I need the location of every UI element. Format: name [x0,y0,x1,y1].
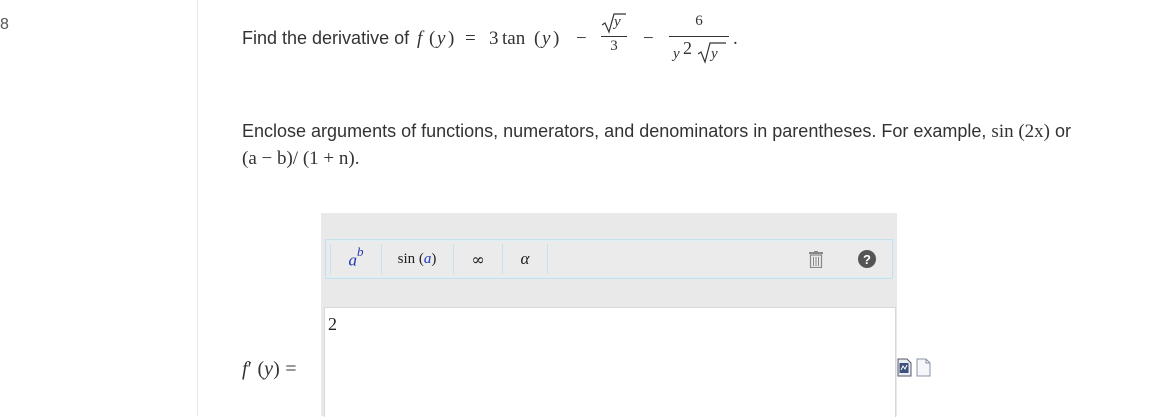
term1-coef: 3 [489,28,499,49]
instructions-text: Enclose arguments of functions, numerato… [242,121,987,141]
question-lead-text: Find the derivative of [242,28,410,48]
term1-paren-open: ( [534,28,541,49]
answer-value: 2 [328,314,337,334]
func-var: y [437,28,446,49]
fraction1-denominator: 3 [610,38,618,54]
trash-icon[interactable] [808,251,824,268]
instructions-example-2: (a − b)/ (1 + n). [242,148,360,169]
minus-sign-2: − [643,28,654,49]
power-base: a [348,250,358,270]
fraction2-den-exp: 2 [683,38,692,58]
sin-arg: a [423,250,432,267]
answer-input[interactable]: 2 [324,307,896,417]
paren-close: ) [448,28,455,49]
fraction-6-over-y2-sqrt-y: 6 y 2 y [669,12,729,72]
instructions-or: or [1055,121,1072,141]
help-icon[interactable]: ? [858,250,876,268]
fraction-sqrt-y-over-3: y 3 [601,12,627,62]
answer-label-var: y [264,358,274,380]
fraction2-denominator: y 2 y [669,38,729,68]
fraction2-den-sqrt-var: y [711,46,718,62]
alpha-symbol: α [520,249,530,268]
power-button-label: ab [348,244,364,271]
answer-label: f′ (y) = [242,358,297,381]
term1-paren-close: ) [553,28,560,49]
minus-sign-1: − [576,28,587,49]
infinity-button[interactable]: ∞ [454,244,503,274]
fraction2-den-var: y [673,46,680,62]
instructions: Enclose arguments of functions, numerato… [242,118,1160,172]
equals-sign: = [465,28,476,49]
term1-fn: tan [502,28,526,49]
divider [197,0,198,416]
answer-label-eq: = [285,358,297,380]
preview-document-icon[interactable] [897,358,912,377]
sin-button-label: sin (a) [397,250,437,267]
paren-open: ( [429,28,436,49]
answer-label-prime: ′ [247,358,252,380]
fraction1-num-var: y [614,14,621,30]
power-exp: b [357,244,364,260]
fraction2-bar [669,36,729,37]
question-period: . [733,28,738,49]
fraction1-bar [601,36,627,37]
blank-document-icon[interactable] [916,358,931,377]
power-button[interactable]: ab [330,244,382,274]
sin-fn: sin [397,250,416,267]
func-name: f [417,28,423,49]
instructions-example-1: sin (2x) [991,121,1050,142]
infinity-symbol: ∞ [471,249,485,269]
fraction2-numerator: 6 [695,13,703,29]
question-expression: f ( y ) = 3 tan ( y ) − y 3 − 6 y 2 y . [417,13,1017,78]
math-toolbar: ab sin (a) ∞ α ? [325,239,893,279]
question-number: 8 [0,16,9,33]
alpha-button[interactable]: α [503,244,548,274]
answer-label-paren-close: ) [273,358,280,380]
sin-button[interactable]: sin (a) [381,244,454,274]
term1-var: y [542,28,551,49]
